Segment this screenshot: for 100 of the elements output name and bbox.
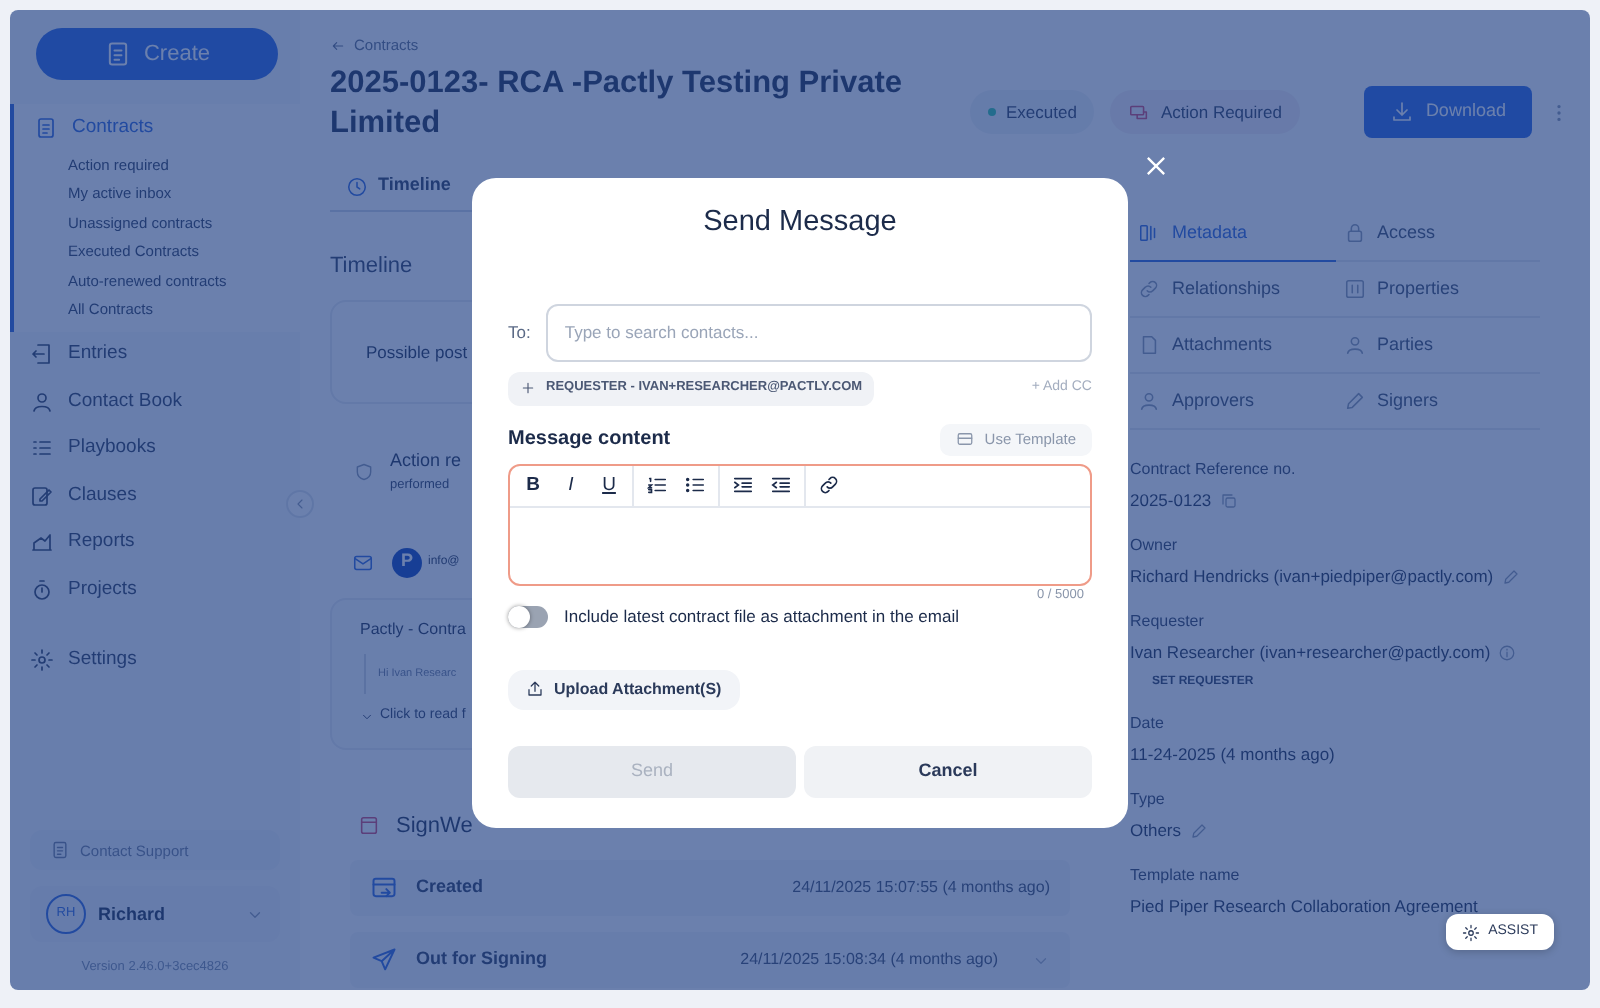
attachment-toggle[interactable] [508,605,548,628]
download-icon [1389,100,1414,124]
message-editor[interactable]: B I U [508,463,1092,586]
chart-icon [30,530,54,555]
list-icon [30,436,54,461]
bold-button[interactable]: B [516,468,550,503]
calendar-icon [358,814,380,837]
person-icon [1343,334,1365,357]
person-icon [1138,390,1160,413]
section-label: Message content [508,426,671,455]
entries-icon [30,342,54,367]
field-label: Date [1130,712,1166,734]
bullet-list-icon [684,474,706,497]
panel-tab[interactable]: Signers [1335,374,1540,431]
status-text: Executed [1006,99,1077,125]
panel-tab[interactable]: Metadata [1130,206,1335,263]
field-value: Pied Piper Research Collaboration Agreement [1130,893,1478,919]
sidebar-item[interactable]: Clauses [10,472,272,519]
panel-tab[interactable]: Properties [1335,262,1540,319]
field-label: Type [1130,787,1167,810]
recipient-field[interactable]: Type to search contacts... [546,303,1092,362]
sidebar-item[interactable]: Playbooks [10,425,272,472]
timer-icon [30,577,54,602]
field-label: Template name [1130,863,1242,885]
pencil-icon[interactable] [1501,567,1520,586]
action-required-text: Action Required [1160,99,1282,125]
link-icon [818,474,840,497]
notice-text: Possible post [366,339,468,366]
ordered-list-icon [646,474,668,497]
contact-icon [30,389,54,414]
user-name: Richard [98,901,166,927]
columns-icon [1138,222,1160,245]
sidebar-item[interactable]: Reports [10,519,272,566]
properties-icon [1343,278,1365,301]
sender-avatar: P [392,547,422,577]
sidebar-item[interactable]: Settings [10,637,272,684]
indent-icon [732,474,754,497]
plus-icon [520,380,536,397]
contracts-icon [34,115,58,140]
paper-plane-icon [370,946,398,974]
panel-tab[interactable]: Parties [1335,318,1540,375]
section-heading: Timeline [330,251,413,282]
field-value: Others [1130,817,1182,843]
status-dot [988,108,996,116]
download-button[interactable]: Download [1363,86,1532,138]
panel-tab[interactable]: Attachments [1130,318,1335,375]
flag-icon [1128,101,1151,123]
panel-tab[interactable]: Access [1335,206,1540,263]
tab[interactable]: Timeline [330,172,451,210]
close-icon[interactable] [1142,152,1170,180]
shield-icon [354,461,374,482]
field-value: Richard Hendricks (ivan+piedpiper@pactly.com) [1130,564,1494,590]
event-time: 24/11/2025 15:07:55 (4 months ago) [792,876,1050,900]
info-icon[interactable] [1498,643,1517,662]
mail-icon [352,551,374,573]
clock-icon [346,175,368,197]
action-title: Action re [390,448,462,475]
lock-icon [1343,222,1365,245]
sidebar-item[interactable]: Projects [10,566,272,613]
settings-icon [30,648,54,673]
upload-attachment-button[interactable]: Upload Attachment(S) [508,669,740,709]
timeline-event[interactable]: Out for Signing 24/11/2025 15:08:34 (4 months ago) [350,932,1070,988]
field-value: Ivan Researcher (ivan+researcher@pactly.com) [1130,639,1491,665]
link-icon [1138,278,1160,301]
sidebar-item[interactable]: Contracts [14,104,154,151]
cancel-button[interactable]: Cancel [804,745,1092,797]
field-value: 11-24-2025 (4 months ago) [1130,742,1335,768]
field-value: 2025-0123 [1130,488,1212,514]
sidebar-item[interactable]: Entries [10,331,272,378]
timeline-event[interactable]: Created 24/11/2025 15:07:55 (4 months ago) [350,860,1070,916]
arrow-left-icon [330,37,346,54]
contract-title: 2025-0123- RCA -Pactly Testing Private Limited [330,64,905,145]
modal-title: Send Message [701,204,899,242]
underline-button[interactable]: U [592,468,626,503]
gear-icon [1462,923,1481,941]
pencil-icon[interactable] [1189,821,1208,840]
file-icon [1138,334,1160,357]
field-label: Owner [1130,534,1180,556]
pencil-icon [1343,390,1365,413]
email-subject: Pactly - Contra [360,617,466,641]
italic-button[interactable]: I [554,468,588,503]
panel-tab[interactable]: Approvers [1130,374,1335,431]
field-label: Requester [1130,609,1206,632]
template-icon [956,430,975,449]
panel-tab[interactable]: Relationships [1130,262,1335,319]
provider-name: SignWe [396,811,473,841]
sidebar-item[interactable]: Contact Book [10,378,272,425]
to-label: To: [508,319,531,346]
event-label: Out for Signing [416,946,547,973]
upload-icon [526,680,544,698]
clause-icon [30,483,54,508]
toggle-label: Include latest contract file as attachment in the email [564,603,959,629]
event-time: 24/11/2025 15:08:34 (4 months ago) [740,948,998,972]
outdent-icon [770,474,792,497]
document-icon [50,840,70,861]
field-label: Contract Reference no. [1130,458,1298,481]
create-button[interactable]: Create [36,28,278,80]
chevron-down-icon [360,709,374,723]
event-label: Created [416,874,484,901]
chevron-left-icon [292,496,308,512]
